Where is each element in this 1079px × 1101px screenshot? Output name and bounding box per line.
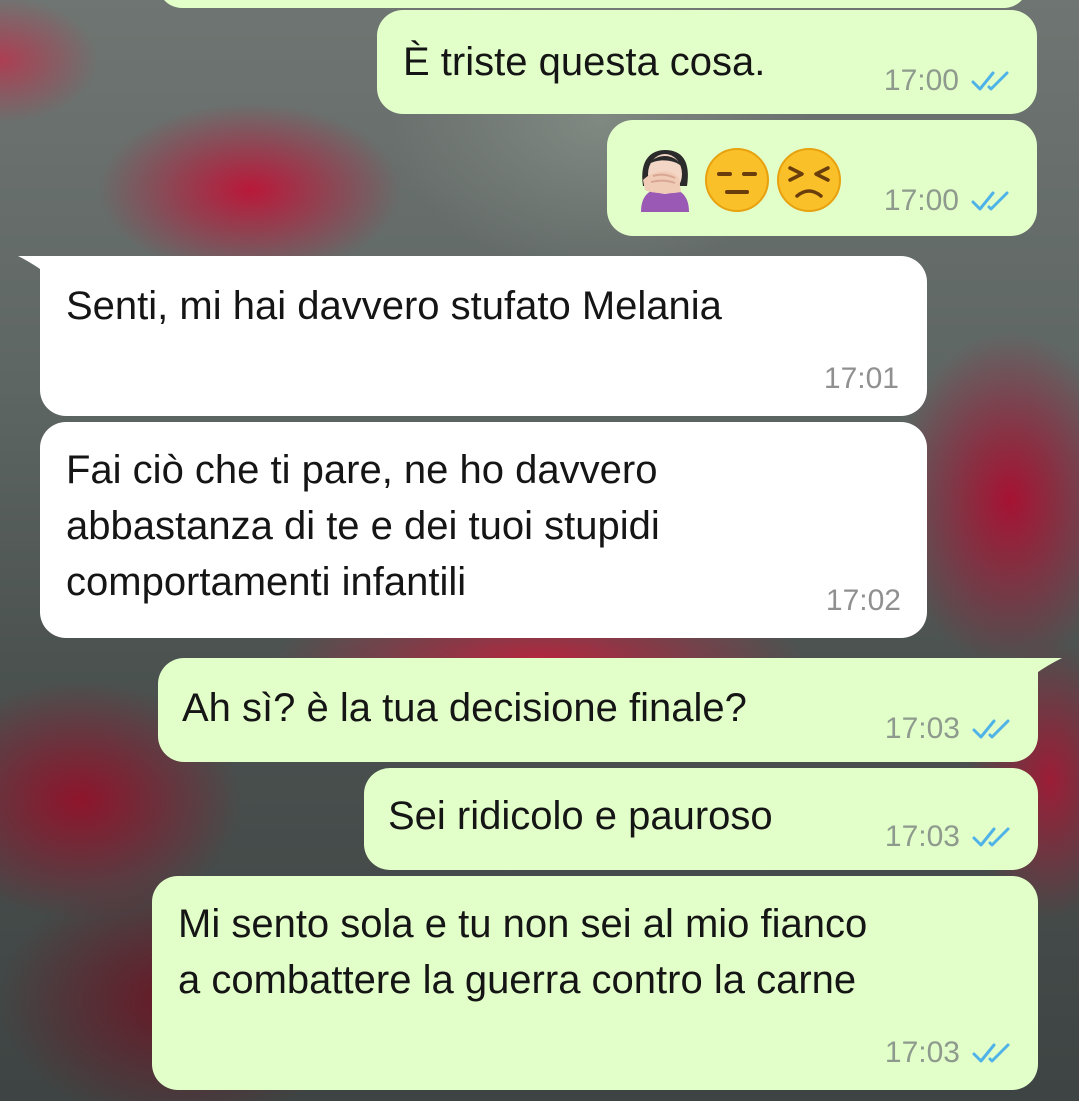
persevering-face-icon [777, 148, 841, 212]
message-bubble-outgoing[interactable]: 17:00 [607, 120, 1037, 236]
message-bubble-outgoing[interactable]: Sei ridicolo e pauroso 17:03 [364, 768, 1038, 870]
read-ticks-icon [972, 719, 1010, 739]
message-time: 17:00 [883, 184, 959, 217]
message-time: 17:00 [883, 64, 959, 97]
message-meta: 17:00 [884, 184, 1015, 218]
read-ticks-icon [972, 1043, 1010, 1063]
message-text: Sei ridicolo e pauroso [388, 794, 773, 838]
message-meta: 17:03 [885, 820, 1016, 854]
message-meta: 17:02 [826, 584, 901, 618]
read-ticks-icon [971, 191, 1009, 211]
message-emojis [631, 146, 843, 214]
message-text: Fai ciò che ti pare, ne ho davvero abbas… [66, 448, 660, 604]
read-ticks-icon [971, 71, 1009, 91]
message-bubble-outgoing[interactable]: È triste questa cosa. 17:00 [377, 10, 1037, 114]
message-bubble-incoming[interactable]: Fai ciò che ti pare, ne ho davvero abbas… [40, 422, 927, 638]
read-ticks-icon [972, 827, 1010, 847]
expressionless-face-icon [705, 148, 769, 212]
message-time: 17:03 [884, 820, 960, 853]
message-bubble-outgoing[interactable]: Mi sento sola e tu non sei al mio fianco… [152, 876, 1038, 1090]
message-time: 17:03 [884, 712, 960, 745]
message-text: Senti, mi hai davvero stufato Melania [66, 284, 722, 328]
woman-facepalming-icon [641, 150, 689, 212]
message-time: 17:01 [823, 362, 899, 395]
message-meta: 17:03 [885, 1036, 1016, 1070]
message-time: 17:03 [884, 1036, 960, 1069]
message-text: Ah sì? è la tua decisione finale? [182, 686, 747, 730]
message-time: 17:02 [825, 584, 901, 617]
message-meta: 17:01 [824, 362, 899, 396]
message-meta: 17:00 [884, 64, 1015, 98]
message-text: Mi sento sola e tu non sei al mio fianco… [178, 902, 868, 1002]
message-text: È triste questa cosa. [403, 40, 766, 84]
message-bubble-partial [158, 0, 1028, 8]
message-bubble-outgoing[interactable]: Ah sì? è la tua decisione finale? 17:03 [158, 658, 1038, 762]
message-meta: 17:03 [885, 712, 1016, 746]
message-bubble-incoming[interactable]: Senti, mi hai davvero stufato Melania 17… [40, 256, 927, 416]
